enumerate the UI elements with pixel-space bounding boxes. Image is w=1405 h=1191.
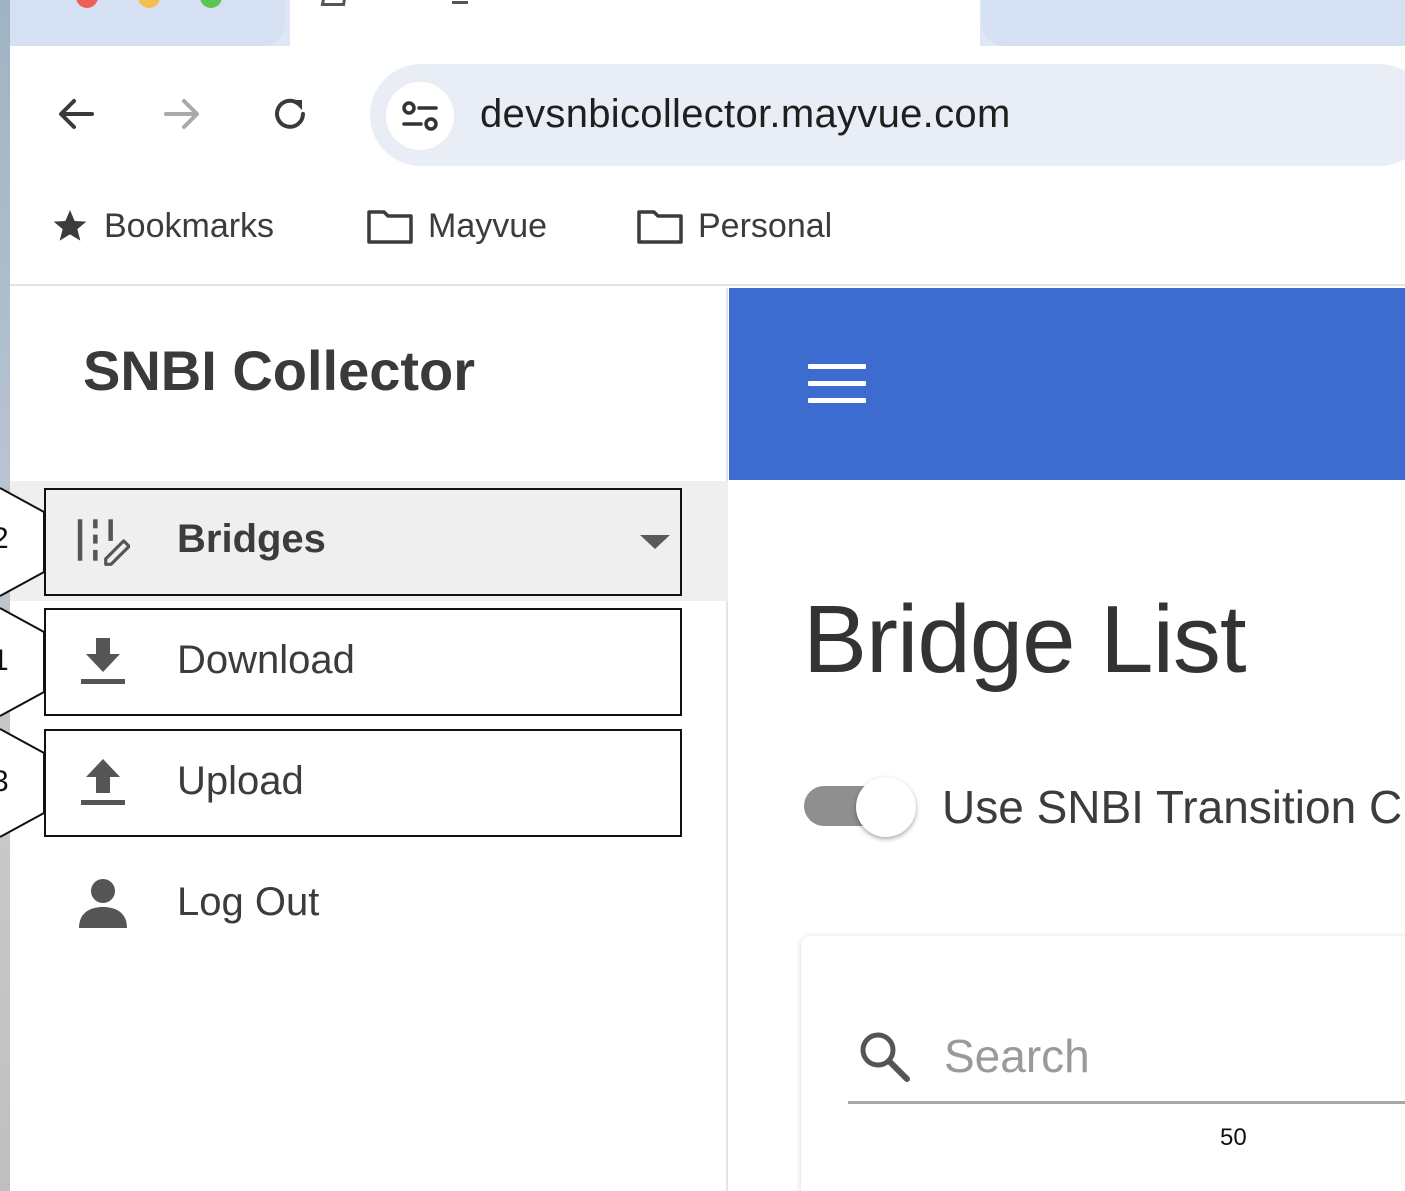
arrow-left-icon [59,99,94,129]
url-text[interactable]: devsnbicollector.mayvue.com [480,92,1011,137]
tune-icon [402,101,438,131]
forward-button[interactable] [162,94,202,134]
bookmark-label: Bookmarks [104,206,275,245]
zoom-window-button[interactable] [200,0,222,8]
search-input[interactable] [944,1026,1404,1086]
reload-button[interactable] [270,94,310,134]
callout-box [44,729,682,837]
bookmark-label: Personal [698,206,833,245]
toggle-label: Use SNBI Transition C [942,781,1403,833]
active-tab[interactable] [290,0,980,50]
reload-icon [275,98,305,129]
menu-icon [808,364,866,369]
nav-item-label: Log Out [177,880,320,924]
folder-icon [637,210,683,244]
callout-number: 1 [0,644,9,677]
callout-box [44,488,682,596]
tab-title-fragment [452,0,468,4]
bookmark-folder-personal[interactable]: Personal [636,204,832,248]
minimize-window-button[interactable] [138,0,160,8]
menu-icon [808,381,866,386]
page-title: Bridge List [803,586,1247,693]
tab-favicon-icon [320,0,348,6]
screenshot-page: devsnbicollector.mayvue.com Bookmarks Ma… [0,0,1405,1191]
star-icon [53,210,87,241]
site-settings-button[interactable] [386,82,454,150]
bookmark-folder-mayvue[interactable]: Mayvue [366,204,547,248]
back-button[interactable] [56,94,96,134]
page-number: 50 [1220,1124,1247,1151]
folder-icon [367,210,413,244]
nav-item-log-out[interactable]: Log Out [10,844,728,964]
bookmark-bookmarks[interactable]: Bookmarks [50,204,274,248]
inactive-tab[interactable] [982,0,1405,46]
person-icon [76,876,130,930]
arrow-right-icon [164,99,199,129]
search-icon [860,1032,910,1082]
bookmark-label: Mayvue [428,206,548,245]
menu-icon [808,398,866,403]
callout-number: 3 [0,765,9,798]
toggle-thumb[interactable] [856,777,916,837]
tab-strip-left [10,0,285,46]
close-window-button[interactable] [76,0,98,8]
callout-number: 2 [0,522,9,555]
callout-box [44,608,682,716]
app-title: SNBI Collector [83,339,476,402]
menu-button[interactable] [808,364,866,404]
